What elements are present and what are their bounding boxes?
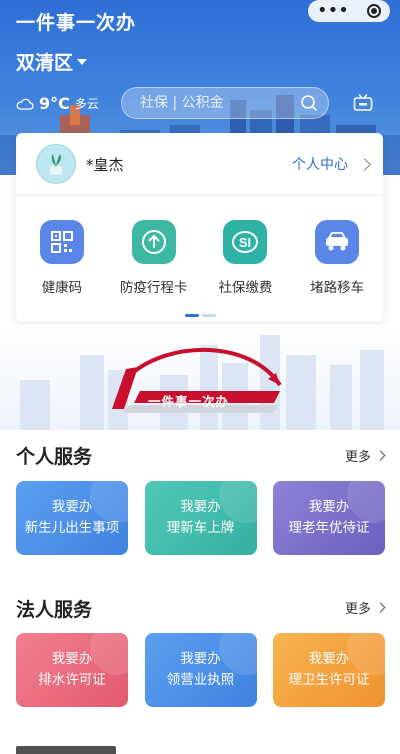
service-tile[interactable]: 我要办 理新车上牌	[144, 481, 257, 555]
legal-services-title: 法人服务	[16, 599, 93, 621]
tile-line1: 我要办	[180, 651, 221, 667]
search-bar[interactable]	[121, 87, 329, 119]
tile-line2: 新生儿出生事项	[24, 520, 120, 536]
caret-down-icon	[77, 58, 88, 65]
personal-services-more[interactable]: 更多	[344, 446, 386, 465]
service-tile[interactable]: 我要办 理老年优待证	[273, 481, 385, 555]
user-card: *皇杰 个人中心 健康码 防疫行程卡 SI 社保缴费 堵路移车	[16, 133, 383, 321]
legal-services-tiles: 我要办 排水许可证 我要办 领营业执照 我要办 理卫生许可证	[16, 633, 385, 707]
tile-line1: 我要办	[51, 499, 93, 515]
service-tile[interactable]: 我要办 排水许可证	[16, 633, 128, 707]
quick-item-label: 堵路移车	[310, 280, 365, 296]
tile-line2: 理老年优待证	[288, 520, 370, 536]
personal-services-tiles: 我要办 新生儿出生事项 我要办 理新车上牌 我要办 理老年优待证	[16, 481, 385, 555]
legal-services-more[interactable]: 更多	[344, 598, 386, 617]
qr-code-icon	[39, 220, 84, 264]
svg-text:SI: SI	[239, 235, 251, 250]
quick-item-label: 防疫行程卡	[119, 280, 188, 296]
plant-avatar-icon	[50, 154, 62, 175]
more-label: 更多	[344, 450, 371, 465]
avatar[interactable]	[36, 144, 76, 184]
chevron-right-icon	[375, 450, 386, 461]
district-selector[interactable]: 双清区	[16, 48, 88, 75]
quick-item-health-code[interactable]: 健康码	[22, 220, 102, 296]
tile-line2: 理新车上牌	[166, 520, 235, 536]
chevron-right-icon	[358, 157, 371, 171]
chevron-right-icon	[375, 602, 386, 613]
search-icon[interactable]	[300, 94, 318, 112]
more-dots-icon[interactable]: •••	[317, 2, 349, 20]
service-tile[interactable]: 我要办 新生儿出生事项	[16, 481, 128, 555]
personal-center-link[interactable]: 个人中心	[292, 154, 371, 174]
carousel-indicator	[185, 314, 216, 317]
tile-line2: 理卫生许可证	[288, 672, 370, 688]
personal-services-title: 个人服务	[16, 446, 93, 468]
quick-item-label: 健康码	[41, 280, 83, 296]
car-icon	[315, 220, 360, 264]
tile-line1: 我要办	[180, 499, 221, 515]
app-title: 一件事一次办	[16, 12, 137, 34]
quick-item-travel-card[interactable]: 防疫行程卡	[114, 220, 194, 296]
quick-item-move-car[interactable]: 堵路移车	[297, 220, 377, 296]
more-label: 更多	[344, 602, 371, 617]
user-name: *皇杰	[86, 155, 124, 174]
close-target-icon[interactable]	[366, 4, 381, 18]
tile-line1: 我要办	[51, 651, 93, 667]
search-input[interactable]	[138, 94, 300, 112]
tv-icon[interactable]	[353, 94, 373, 112]
social-security-icon: SI	[223, 220, 268, 264]
mini-program-capsule[interactable]: •••	[308, 0, 390, 22]
slogan-banner[interactable]: 一件事一次办	[0, 325, 400, 430]
slogan-text: 一件事一次办	[148, 394, 230, 409]
tile-line1: 我要办	[308, 499, 350, 515]
next-section-title-cutoff	[16, 740, 136, 754]
user-row[interactable]: *皇杰 个人中心	[16, 133, 383, 196]
service-tile[interactable]: 我要办 理卫生许可证	[273, 633, 385, 707]
weather-widget: 9°C 多云	[16, 94, 99, 113]
service-tile[interactable]: 我要办 领营业执照	[144, 633, 257, 707]
slogan-logo	[112, 348, 282, 413]
tile-line2: 领营业执照	[166, 672, 235, 688]
temperature: 9°C	[39, 94, 70, 113]
district-label: 双清区	[16, 52, 74, 74]
quick-access-grid: 健康码 防疫行程卡 SI 社保缴费 堵路移车	[16, 196, 383, 296]
personal-center-label: 个人中心	[292, 157, 348, 173]
weather-condition: 多云	[74, 97, 99, 111]
cutoff-text-shape	[16, 746, 116, 754]
quick-item-label: 社保缴费	[218, 280, 273, 296]
tile-line1: 我要办	[308, 651, 350, 667]
indicator-active	[185, 314, 199, 317]
indicator-inactive	[202, 314, 216, 317]
cloudy-weather-icon	[16, 98, 34, 110]
quick-item-social-security[interactable]: SI 社保缴费	[205, 220, 285, 296]
arrow-up-circle-icon	[131, 220, 176, 264]
tile-line2: 排水许可证	[38, 672, 106, 688]
